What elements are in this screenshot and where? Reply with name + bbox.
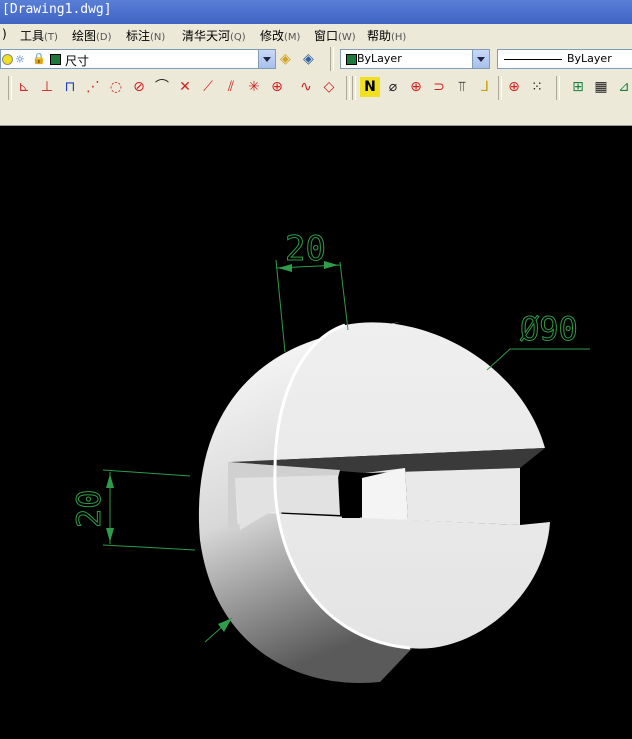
menu-bar: ) 工具(T) 绘图(D) 标注(N) 清华天河(Q) 修改(M) 窗口(W) … xyxy=(0,24,632,45)
linetype-value: ByLayer xyxy=(567,52,612,65)
table-icon[interactable]: ▦ xyxy=(591,77,611,97)
toolbar-separator xyxy=(498,76,502,100)
toolbar-grip xyxy=(352,76,356,100)
dim-aligned-icon[interactable]: ⊓ xyxy=(60,77,80,97)
title-bar: [Drawing1.dwg] xyxy=(0,0,632,24)
make-layer-current-icon[interactable]: ◈ xyxy=(280,51,291,67)
layer-icon[interactable]: ⊃ xyxy=(429,77,449,97)
toolbar-dock-area xyxy=(0,103,632,126)
linetype-combo[interactable]: ByLayer xyxy=(497,49,632,69)
dim-radius-icon[interactable]: ◌ xyxy=(106,77,126,97)
ucs-icon[interactable]: ⊾ xyxy=(14,77,34,97)
baseline-icon[interactable]: ⟋ xyxy=(198,77,218,97)
grid-icon[interactable]: ⁙ xyxy=(527,77,547,97)
linetype-sample xyxy=(504,59,562,60)
window-title: [Drawing1.dwg] xyxy=(2,2,112,17)
toolbar-separator xyxy=(556,76,560,100)
slot-hole-light xyxy=(362,468,408,520)
dimension-left-text: 20 xyxy=(70,489,108,528)
dimension-top-text: 20 xyxy=(285,229,326,269)
dim-text-edit-icon[interactable]: N xyxy=(360,77,380,97)
attribute-icon[interactable]: ⊿ xyxy=(614,77,632,97)
dim-linear-icon[interactable]: ⊥ xyxy=(37,77,57,97)
menu-item-dimension[interactable]: 标注(N) xyxy=(126,27,165,44)
menu-item-modify[interactable]: 修改(M) xyxy=(260,27,300,44)
match-icon[interactable]: ⊕ xyxy=(406,77,426,97)
menu-item-help[interactable]: 帮助(H) xyxy=(367,27,406,44)
continue-icon[interactable]: ⫽ xyxy=(221,77,241,97)
slot-hole-dark xyxy=(340,478,362,518)
dim-diameter-icon[interactable]: ⊘ xyxy=(129,77,149,97)
menu-item-partial[interactable]: ) xyxy=(2,27,7,41)
toolbar-grip xyxy=(8,76,12,100)
quick-dim-icon[interactable]: ✕ xyxy=(175,77,195,97)
chevron-down-icon[interactable] xyxy=(258,50,275,68)
properties-icon[interactable]: ⌀ xyxy=(383,77,403,97)
dim-edit-icon[interactable]: ◇ xyxy=(319,77,339,97)
snap-icon[interactable]: ⅃ xyxy=(475,77,495,97)
layer-on-icon xyxy=(2,54,13,65)
dim-angular-icon[interactable]: ⌒ xyxy=(152,77,172,97)
tolerance-icon[interactable]: ⊕ xyxy=(267,77,287,97)
toolbar-separator xyxy=(346,76,350,100)
dimension-left xyxy=(102,469,196,551)
crosshair-icon[interactable]: ⊕ xyxy=(504,77,524,97)
leader-icon[interactable]: ✳ xyxy=(244,77,264,97)
dimension-diameter-text: Ø90 xyxy=(520,310,578,348)
drawing-canvas[interactable]: 20 20 Ø90 xyxy=(0,126,632,739)
layer-lock-icon: 🔒 xyxy=(32,52,46,65)
layer-freeze-icon: ☼ xyxy=(15,53,25,66)
layer-previous-icon[interactable]: ◈ xyxy=(303,51,314,67)
menu-item-window[interactable]: 窗口(W) xyxy=(314,27,356,44)
orbit-icon[interactable]: ⫪ xyxy=(452,77,472,97)
menu-item-tools[interactable]: 工具(T) xyxy=(20,27,58,44)
layers-properties-toolbar: ☼ 🔒 尺寸 ◈ ◈ ByLayer ByLayer xyxy=(0,45,632,73)
color-value: ByLayer xyxy=(357,52,402,65)
dim-ordinate-icon[interactable]: ⋰ xyxy=(83,77,103,97)
center-mark-icon[interactable]: ∿ xyxy=(296,77,316,97)
insert-icon[interactable]: ⊞ xyxy=(568,77,588,97)
chevron-down-icon[interactable] xyxy=(472,50,489,68)
layer-combo[interactable]: ☼ 🔒 尺寸 xyxy=(0,49,276,69)
color-combo[interactable]: ByLayer xyxy=(340,49,490,69)
toolbar-separator xyxy=(330,47,334,71)
menu-item-draw[interactable]: 绘图(D) xyxy=(72,27,112,44)
layer-color-swatch xyxy=(50,54,61,65)
color-swatch xyxy=(346,54,357,65)
layer-name: 尺寸 xyxy=(65,54,90,68)
menu-item-tianhe[interactable]: 清华天河(Q) xyxy=(182,27,246,44)
